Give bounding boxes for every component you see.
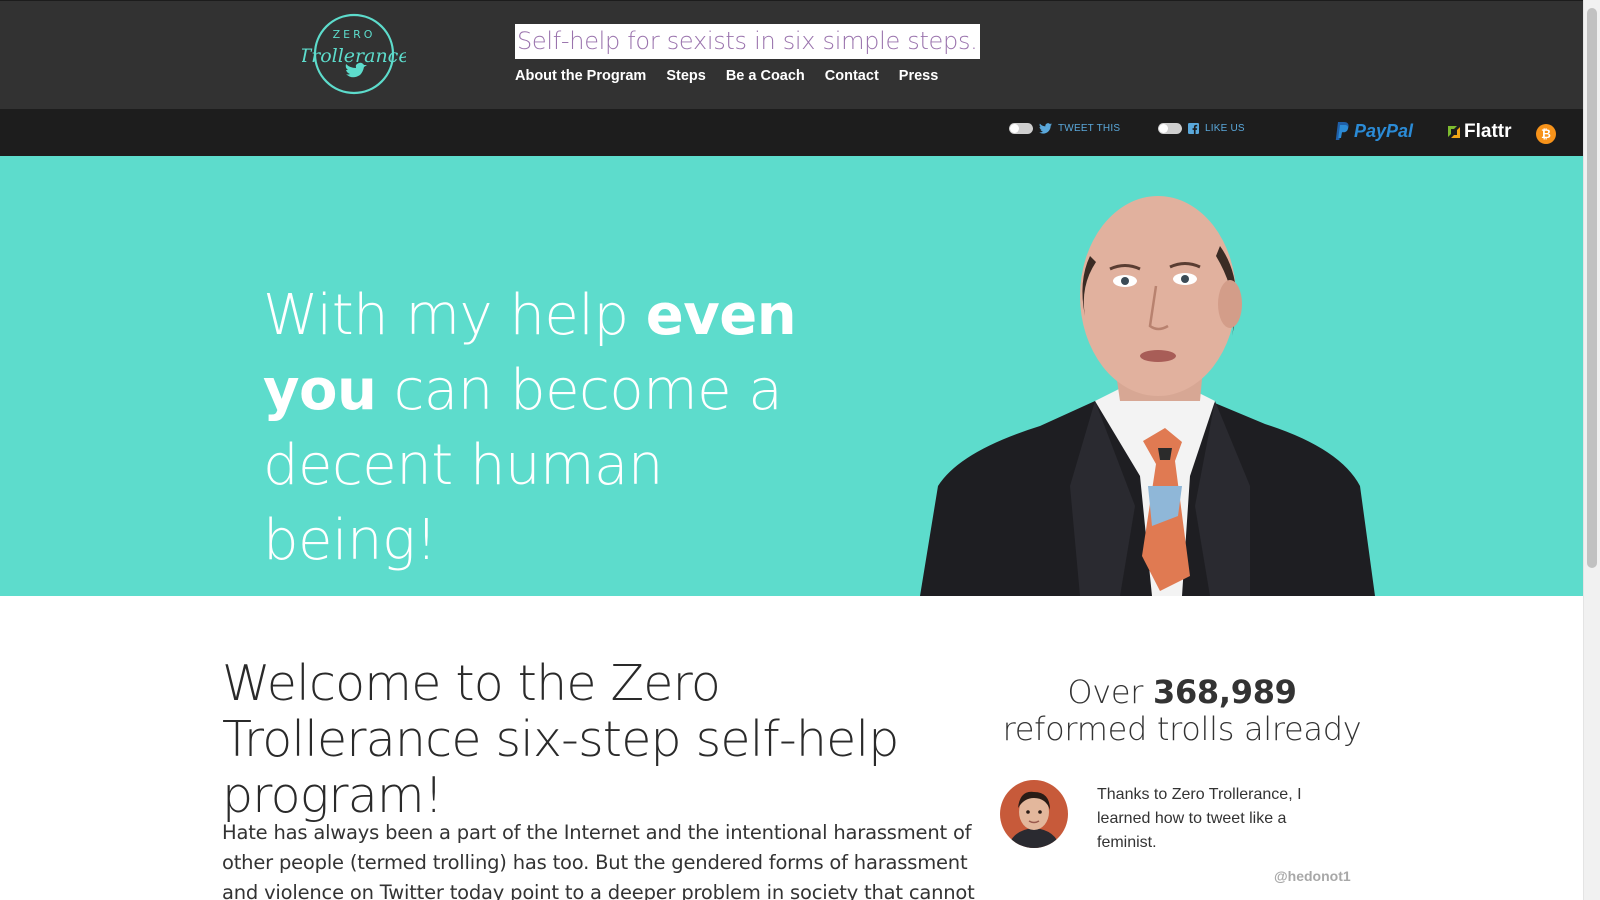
like-us-label: LIKE US	[1205, 123, 1245, 134]
paypal-label: PayPal	[1354, 121, 1414, 141]
hero-line3: decent human being!	[263, 433, 663, 573]
hero-line2-post: can become a	[376, 358, 783, 423]
coach-portrait	[920, 196, 1375, 596]
reformed-trolls-counter: Over 368,989 reformed trolls already	[992, 674, 1372, 748]
hero-banner: With my help even you can become a decen…	[0, 156, 1583, 596]
hero-line1-pre: With my help	[263, 283, 646, 348]
facebook-icon	[1188, 123, 1199, 134]
testimonial-handle[interactable]: @hedonot1	[1274, 868, 1351, 884]
tweet-this-label: TWEET THIS	[1058, 123, 1121, 134]
like-us-button[interactable]: LIKE US	[1158, 123, 1245, 134]
nav-press[interactable]: Press	[899, 68, 939, 84]
intro-paragraph: Hate has always been a part of the Inter…	[222, 821, 975, 900]
flattr-label: Flattr	[1464, 121, 1512, 142]
hero-line2-bold: you	[263, 358, 377, 423]
testimonial-text: Thanks to Zero Trollerance, I learned ho…	[1097, 786, 1302, 851]
nav-steps[interactable]: Steps	[666, 68, 706, 84]
main-nav: About the Program Steps Be a Coach Conta…	[515, 68, 958, 84]
paypal-button[interactable]: PayPal	[1334, 121, 1413, 142]
bitcoin-button[interactable]: ₿	[1536, 124, 1556, 144]
logo-trollerance-text: Trollerance	[302, 45, 406, 67]
nav-contact[interactable]: Contact	[825, 68, 879, 84]
like-toggle[interactable]	[1158, 123, 1182, 134]
testimonial-avatar	[1000, 780, 1068, 848]
tweet-this-button[interactable]: TWEET THIS	[1009, 123, 1120, 134]
nav-about-program[interactable]: About the Program	[515, 68, 646, 84]
page: ZERO Trollerance Self-help for sexists i…	[0, 0, 1600, 900]
welcome-title: Welcome to the Zero Trollerance six-step…	[222, 655, 899, 824]
tweet-toggle[interactable]	[1009, 123, 1033, 134]
nav-be-a-coach[interactable]: Be a Coach	[726, 68, 805, 84]
counter-suffix: reformed trolls already	[1002, 710, 1362, 748]
scrollbar-thumb[interactable]	[1587, 8, 1597, 568]
page-scrollbar[interactable]	[1583, 0, 1600, 900]
paypal-icon	[1335, 122, 1349, 140]
counter-number: 368,989	[1153, 673, 1297, 711]
logo-zero-text: ZERO	[333, 28, 376, 41]
hero-line1-bold: even	[645, 283, 797, 348]
site-tagline: Self-help for sexists in six simple step…	[515, 24, 980, 59]
flattr-button[interactable]: Flattr	[1446, 121, 1512, 143]
zero-trollerance-logo[interactable]: ZERO Trollerance	[298, 12, 410, 96]
twitter-icon	[1039, 123, 1052, 134]
hero-headline: With my help even you can become a decen…	[263, 278, 823, 578]
counter-prefix: Over	[1067, 673, 1153, 711]
flattr-icon	[1448, 126, 1460, 138]
